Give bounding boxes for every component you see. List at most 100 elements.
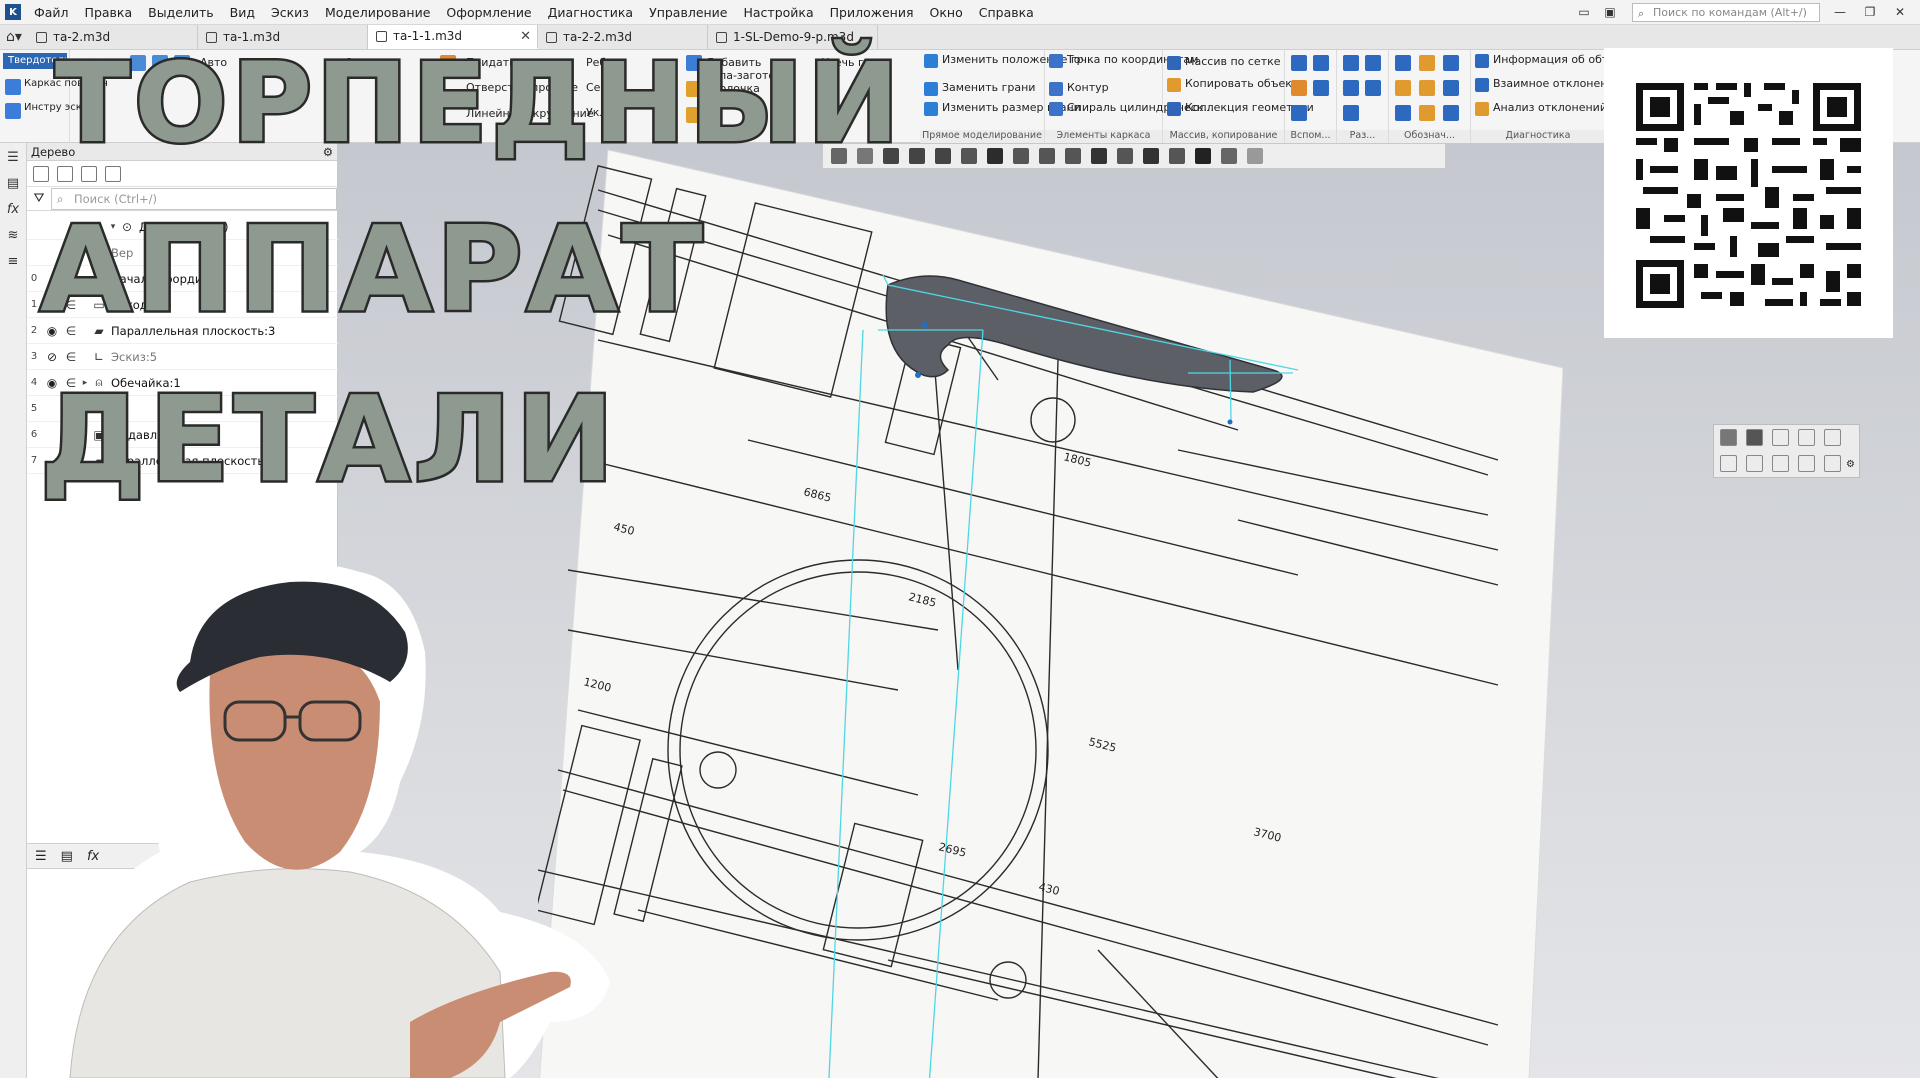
close-window-button[interactable]: ✕ (1888, 2, 1912, 22)
aux-line-icon[interactable] (1291, 105, 1307, 121)
contour-button[interactable]: Контур (1049, 82, 1109, 96)
title-line-2: АППАРАТ (37, 200, 707, 338)
mutual-deviation-button[interactable]: Взаимное отклонение (1475, 78, 1621, 92)
surface-icon[interactable] (5, 79, 21, 95)
collection-icon (1167, 102, 1181, 116)
layers-icon[interactable]: ≋ (4, 227, 22, 245)
menu-modeling[interactable]: Моделирование (317, 0, 438, 25)
contour-icon (1049, 82, 1063, 96)
title-line-3: ДЕТАЛИ (37, 370, 619, 508)
auto-size-icon[interactable] (1343, 105, 1359, 121)
aux-plane-icon[interactable] (1291, 55, 1307, 71)
layers-view-icon[interactable] (1772, 455, 1789, 472)
properties-icon[interactable]: ▤ (4, 175, 22, 193)
screen-icon[interactable]: ▣ (1598, 2, 1622, 22)
front-view-icon[interactable] (1772, 429, 1789, 446)
resize-face-icon (924, 102, 938, 116)
row-number: 0 (30, 273, 38, 284)
replace-face-button[interactable]: Заменить грани (924, 82, 1035, 96)
top-view-icon[interactable] (1798, 429, 1815, 446)
menu-apps[interactable]: Приложения (822, 0, 922, 25)
menu-diagnostics[interactable]: Диагностика (540, 0, 641, 25)
row-number: 4 (30, 377, 38, 388)
eye-hidden-icon[interactable]: ⊘ (41, 350, 63, 364)
tree-select-icon[interactable] (105, 165, 121, 182)
tree-history-icon[interactable] (57, 165, 73, 182)
leader-icon[interactable] (1395, 80, 1411, 96)
title-line-1: ТОРПЕДНЫЙ (52, 39, 904, 167)
copy-icon (1167, 78, 1181, 92)
deviation-icon (1475, 78, 1489, 92)
menu-select[interactable]: Выделить (140, 0, 222, 25)
restore-button[interactable]: ❐ (1858, 2, 1882, 22)
command-search-placeholder: Поиск по командам (Alt+/) (1653, 6, 1807, 19)
tree-links-icon[interactable] (81, 165, 97, 182)
home-icon[interactable]: ⌂▾ (0, 25, 28, 49)
deviation-analysis-button[interactable]: Анализ отклонений (1475, 102, 1607, 116)
row-number: 3 (30, 351, 38, 362)
solid-view-icon[interactable] (1746, 429, 1763, 446)
gear-icon[interactable]: ⚙ (1846, 459, 1857, 470)
base-icon[interactable] (1419, 55, 1435, 71)
tolerance-icon[interactable] (1443, 55, 1459, 71)
variables-icon[interactable]: fx (4, 201, 22, 219)
replace-face-icon (924, 82, 938, 96)
list-icon[interactable]: ≡ (4, 253, 22, 271)
grid-array-button[interactable]: Массив по сетке (1167, 56, 1281, 70)
move-face-icon (924, 54, 938, 68)
isometric-icon[interactable] (1720, 429, 1737, 446)
qr-code-card (1604, 48, 1893, 338)
menu-format[interactable]: Оформление (438, 0, 539, 25)
menu-edit[interactable]: Правка (77, 0, 141, 25)
presenter-photo (40, 562, 610, 1078)
minimize-button[interactable]: — (1828, 2, 1852, 22)
sketch-icon: ∟ (93, 349, 105, 364)
button-label: Массив по сетке (1185, 55, 1281, 68)
aux-axis-icon[interactable] (1313, 55, 1329, 71)
view-orientation-panel: ⚙ (1713, 424, 1860, 478)
command-search-input[interactable]: ⌕ Поиск по командам (Alt+/) (1632, 3, 1820, 22)
menu-file[interactable]: Файл (26, 0, 77, 25)
button-label: Анализ отклонений (1493, 101, 1607, 114)
position-icon[interactable] (1443, 80, 1459, 96)
aux-point-icon[interactable] (1291, 80, 1307, 96)
side-panel-strip: ☰ ▤ fx ≋ ≡ (0, 143, 27, 1078)
roughness-icon[interactable] (1395, 55, 1411, 71)
text-icon[interactable] (1443, 105, 1459, 121)
app-logo[interactable]: K (0, 0, 26, 25)
row-number: 2 (30, 325, 38, 336)
radius-size-icon[interactable] (1343, 80, 1359, 96)
layout-icon[interactable]: ▭ (1572, 2, 1596, 22)
export-view-icon[interactable] (1824, 455, 1841, 472)
info-icon (1475, 54, 1489, 68)
tree-structure-icon[interactable] (33, 165, 49, 182)
menu-help[interactable]: Справка (971, 0, 1042, 25)
tree-icon[interactable]: ☰ (4, 149, 22, 167)
search-icon: ⌕ (1638, 7, 1645, 20)
note-icon[interactable] (1419, 105, 1435, 121)
include-icon[interactable]: ∈ (63, 350, 79, 364)
menu-sketch[interactable]: Эскиз (263, 0, 317, 25)
menu-settings[interactable]: Настройка (736, 0, 822, 25)
button-label: Контур (1067, 81, 1109, 94)
button-label: Заменить грани (942, 81, 1036, 94)
tree-row[interactable]: 3 ⊘ ∈ ∟ Эскиз:5 (27, 344, 338, 370)
aux-cs-icon[interactable] (1313, 80, 1329, 96)
grid-array-icon (1167, 56, 1181, 70)
menu-manage[interactable]: Управление (641, 0, 735, 25)
mark-icon[interactable] (1419, 80, 1435, 96)
kompas-logo-icon: K (5, 4, 21, 20)
sketch-plane-icon[interactable] (1720, 455, 1737, 472)
linear-size-icon[interactable] (1343, 55, 1359, 71)
menu-window[interactable]: Окно (922, 0, 971, 25)
sketch-tools-icon[interactable] (5, 103, 21, 119)
menu-bar: K Файл Правка Выделить Вид Эскиз Моделир… (0, 0, 1920, 25)
zoom-fit-icon[interactable] (1824, 429, 1841, 446)
qr-code-icon (1636, 83, 1861, 308)
diameter-size-icon[interactable] (1365, 80, 1381, 96)
copy-view-icon[interactable] (1746, 455, 1763, 472)
table-icon[interactable] (1395, 105, 1411, 121)
menu-view[interactable]: Вид (222, 0, 263, 25)
angle-size-icon[interactable] (1365, 55, 1381, 71)
save-view-icon[interactable] (1798, 455, 1815, 472)
